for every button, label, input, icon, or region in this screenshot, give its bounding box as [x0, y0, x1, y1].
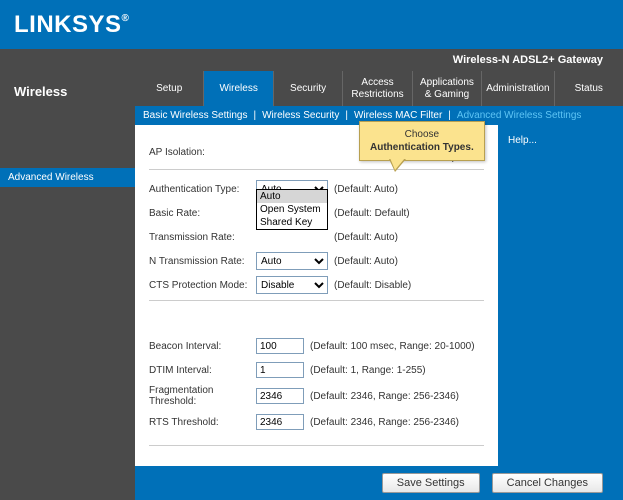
tab-setup[interactable]: Setup: [135, 71, 204, 106]
dtim-label: DTIM Interval:: [149, 365, 256, 376]
separator-icon: |: [448, 110, 451, 121]
subsection-label: Advanced Wireless: [0, 168, 135, 187]
tab-wireless[interactable]: Wireless: [204, 71, 273, 106]
main-nav: Setup Wireless Security Access Restricti…: [135, 71, 623, 106]
divider: [149, 445, 484, 446]
divider: [149, 300, 484, 301]
tab-administration[interactable]: Administration: [482, 71, 554, 106]
header-bar: LINKSYS®: [0, 0, 623, 49]
brand-logo: LINKSYS®: [14, 11, 129, 39]
subnav-advanced-wireless[interactable]: Advanced Wireless Settings: [457, 110, 582, 121]
beacon-input[interactable]: [256, 338, 304, 354]
footer-bar: Save Settings Cancel Changes: [135, 466, 623, 500]
auth-type-hint: (Default: Auto): [334, 184, 398, 195]
auth-type-label: Authentication Type:: [149, 184, 256, 195]
cts-hint: (Default: Disable): [334, 280, 411, 291]
cts-label: CTS Protection Mode:: [149, 280, 256, 291]
n-tx-rate-label: N Transmission Rate:: [149, 256, 256, 267]
auth-option-shared-key[interactable]: Shared Key: [257, 216, 327, 229]
dtim-hint: (Default: 1, Range: 1-255): [310, 365, 426, 376]
tab-applications-gaming[interactable]: Applications & Gaming: [413, 71, 482, 106]
auth-option-open-system[interactable]: Open System: [257, 203, 327, 216]
n-tx-rate-select[interactable]: Auto: [256, 252, 328, 270]
cts-select[interactable]: Disable: [256, 276, 328, 294]
tx-rate-label: Transmission Rate:: [149, 232, 256, 243]
divider: [149, 169, 484, 170]
beacon-label: Beacon Interval:: [149, 341, 256, 352]
basic-rate-hint: (Default: Default): [334, 208, 410, 219]
device-name-bar: Wireless-N ADSL2+ Gateway: [0, 49, 623, 71]
dtim-input[interactable]: [256, 362, 304, 378]
ap-isolation-label: AP Isolation:: [149, 147, 256, 158]
help-panel: Help...: [498, 125, 623, 466]
left-sidebar: Wireless Advanced Wireless: [0, 71, 135, 500]
tab-status[interactable]: Status: [555, 71, 623, 106]
device-name: Wireless-N ADSL2+ Gateway: [453, 54, 603, 66]
frag-hint: (Default: 2346, Range: 256-2346): [310, 391, 459, 402]
n-tx-rate-hint: (Default: Auto): [334, 256, 398, 267]
tab-security[interactable]: Security: [274, 71, 343, 106]
basic-rate-label: Basic Rate:: [149, 208, 256, 219]
cancel-button[interactable]: Cancel Changes: [492, 473, 603, 493]
separator-icon: |: [345, 110, 348, 121]
tooltip-callout: Choose Authentication Types.: [359, 121, 485, 161]
page-title: Wireless: [0, 71, 135, 112]
auth-option-auto[interactable]: Auto: [257, 190, 327, 203]
tab-access-restrictions[interactable]: Access Restrictions: [343, 71, 412, 106]
frag-label: Fragmentation Threshold:: [149, 385, 256, 407]
help-link[interactable]: Help...: [508, 135, 537, 146]
rts-input[interactable]: [256, 414, 304, 430]
tx-rate-hint: (Default: Auto): [334, 232, 398, 243]
subnav-basic-wireless[interactable]: Basic Wireless Settings: [143, 110, 247, 121]
auth-type-dropdown-list[interactable]: Auto Open System Shared Key: [256, 189, 328, 230]
main-content: Choose Authentication Types. AP Isolatio…: [135, 125, 498, 466]
rts-hint: (Default: 2346, Range: 256-2346): [310, 417, 459, 428]
save-button[interactable]: Save Settings: [382, 473, 480, 493]
subnav-wireless-mac-filter[interactable]: Wireless MAC Filter: [354, 110, 442, 121]
beacon-hint: (Default: 100 msec, Range: 20-1000): [310, 341, 475, 352]
frag-input[interactable]: [256, 388, 304, 404]
separator-icon: |: [253, 110, 256, 121]
subnav-wireless-security[interactable]: Wireless Security: [262, 110, 339, 121]
rts-label: RTS Threshold:: [149, 417, 256, 428]
